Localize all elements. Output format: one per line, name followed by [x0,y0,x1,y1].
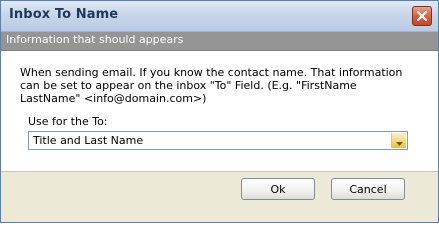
close-icon [416,10,428,22]
title-bar[interactable]: Inbox To Name [1,1,438,32]
use-for-to-label: Use for the To: [28,115,108,128]
dropdown-value: Title and Last Name [33,134,144,147]
cancel-button[interactable]: Cancel [331,178,405,200]
content-panel: When sending email. If you know the cont… [1,51,438,172]
window-title: Inbox To Name [9,7,119,22]
dropdown-arrow-button[interactable] [391,133,406,148]
ok-button[interactable]: Ok [241,178,315,200]
chevron-down-icon [395,131,403,150]
section-header: Information that should appears [1,32,438,51]
to-format-dropdown[interactable]: Title and Last Name [28,131,408,150]
dialog-window: Inbox To Name Information that should ap… [0,0,439,223]
description-text: When sending email. If you know the cont… [20,66,403,105]
section-header-text: Information that should appears [6,33,184,46]
close-button[interactable] [412,6,432,26]
